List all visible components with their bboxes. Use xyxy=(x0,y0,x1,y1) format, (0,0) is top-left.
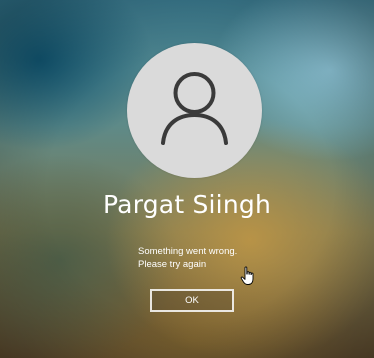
error-message-line-2: Please try again xyxy=(138,259,207,270)
error-message-line-1: Something went wrong. xyxy=(138,246,238,257)
user-name: Pargat Siingh xyxy=(103,190,271,219)
lock-screen: Pargat Siingh Something went wrong. Plea… xyxy=(0,0,374,358)
user-silhouette-icon xyxy=(161,72,228,145)
ok-button[interactable]: OK xyxy=(150,289,234,312)
user-avatar xyxy=(127,43,262,178)
hand-pointer-icon xyxy=(240,266,254,285)
error-message: Something went wrong. Please try again xyxy=(138,245,237,271)
